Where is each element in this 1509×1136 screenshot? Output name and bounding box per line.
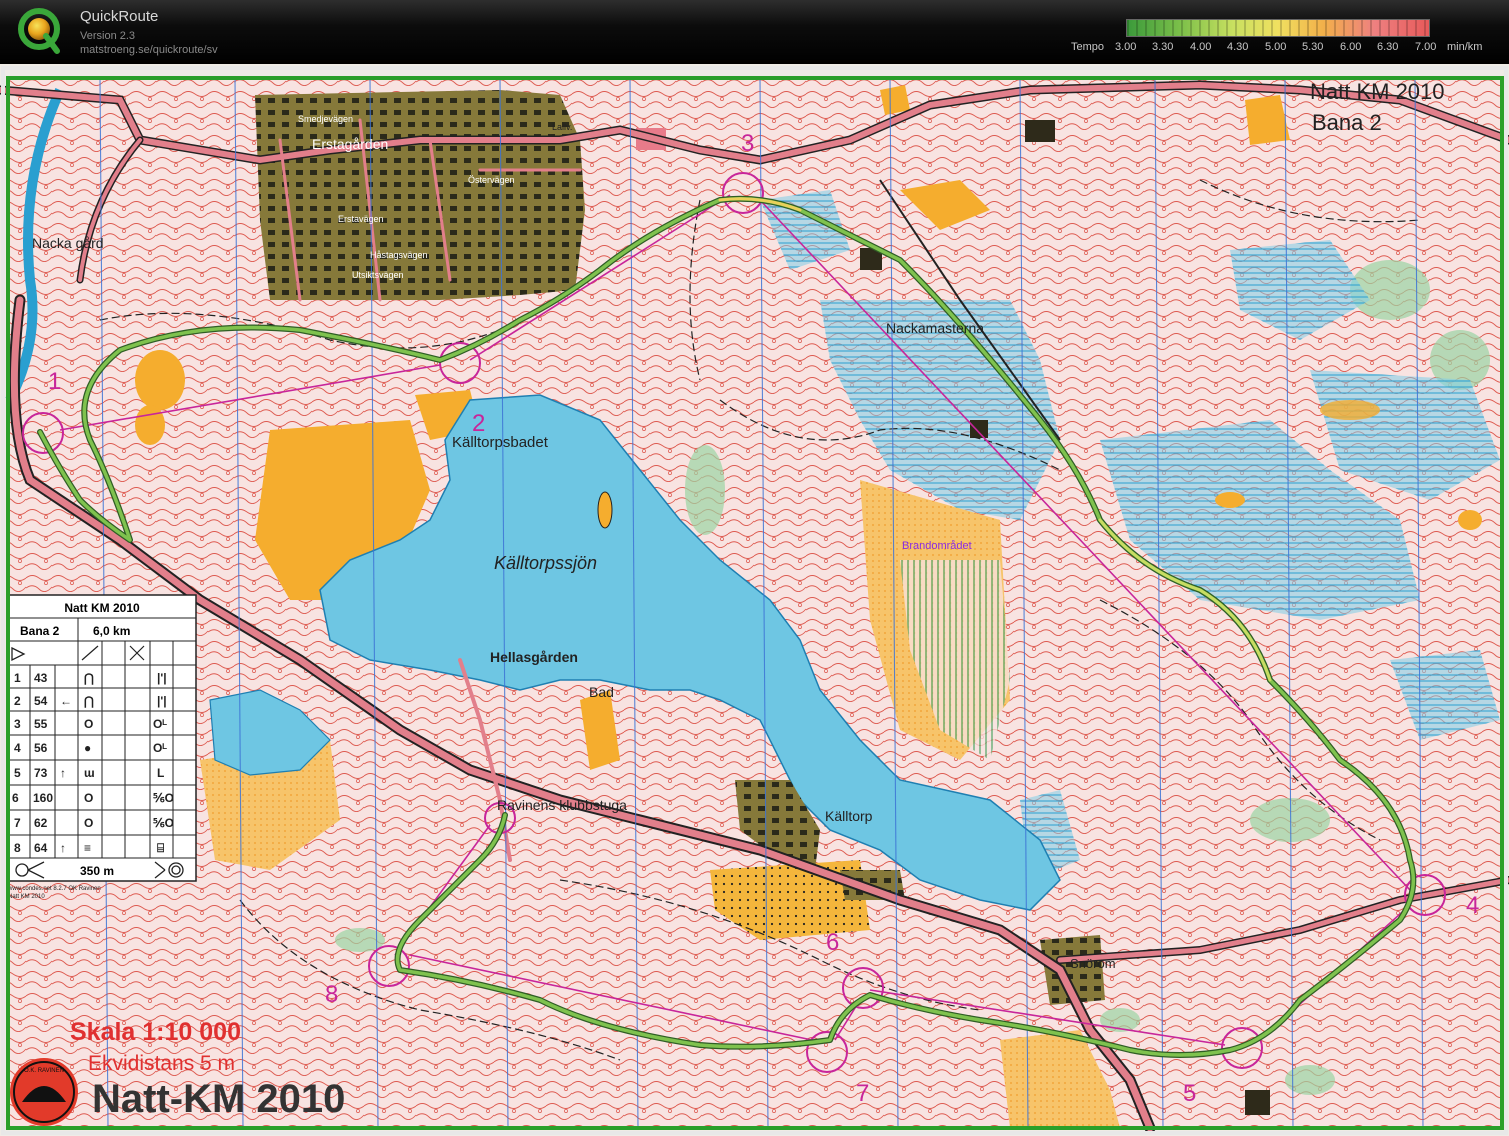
- tempo-tick: 3.00: [1115, 41, 1137, 53]
- app-title: QuickRoute: [80, 8, 159, 25]
- row-feature: ⋂: [84, 671, 94, 685]
- label-ostervagen: Östervägen: [468, 175, 515, 185]
- row-number: 2: [14, 694, 21, 708]
- row-feature: O: [84, 791, 93, 805]
- row-code: 56: [34, 741, 48, 755]
- footer-title: Natt-KM 2010: [92, 1077, 345, 1121]
- row-number: 4: [14, 741, 21, 755]
- row-arrow: ↑: [60, 766, 66, 780]
- orienteering-map[interactable]: 1 2 3 4 5 6 7 8 Källtorpsbadet Källtorps…: [0, 64, 1509, 1136]
- row-number: 3: [14, 717, 21, 731]
- row-number: 6: [12, 791, 19, 805]
- row-code: 160: [33, 791, 53, 805]
- label-erstagarden: Erstagården: [312, 136, 388, 152]
- label-kalltorp: Källtorp: [825, 808, 873, 824]
- row-arrow: ↑: [60, 841, 66, 855]
- label-hastagsvagen: Håstagsvägen: [370, 250, 428, 260]
- label-lallv: Lallv.: [552, 122, 572, 132]
- row-arrow: ←: [60, 694, 72, 708]
- row-feature: ≡: [84, 841, 91, 855]
- control-number: 7: [856, 1080, 869, 1107]
- row-feature: ɯ: [84, 766, 95, 780]
- control-number: 1: [48, 368, 61, 395]
- label-snorom: Snörom: [1070, 956, 1116, 971]
- tempo-tick: 7.00: [1415, 41, 1437, 53]
- map-course-name: Bana 2: [1312, 110, 1382, 135]
- map-viewport[interactable]: 1 2 3 4 5 6 7 8 Källtorpsbadet Källtorps…: [0, 64, 1509, 1136]
- row-number: 8: [14, 841, 21, 855]
- description-length: 6,0 km: [93, 624, 130, 638]
- row-number: 5: [14, 766, 21, 780]
- description-title: Natt KM 2010: [64, 601, 140, 615]
- label-nackamasterna: Nackamasterna: [886, 320, 984, 336]
- row-detail: L: [157, 766, 164, 780]
- row-detail: |'|: [157, 694, 167, 708]
- control-number: 2: [472, 410, 485, 437]
- row-code: 62: [34, 816, 48, 830]
- app-header: QuickRoute Version 2.3 matstroeng.se/qui…: [0, 0, 1509, 64]
- label-kalltorpsbadet: Källtorpsbadet: [452, 434, 549, 451]
- row-code: 73: [34, 766, 48, 780]
- row-detail: ⌸: [157, 841, 164, 855]
- row-detail: Oᴸ: [153, 717, 167, 731]
- control-number: 4: [1466, 892, 1479, 919]
- control-number: 5: [1183, 1080, 1196, 1107]
- finish-distance: 350 m: [80, 864, 114, 878]
- club-logo-icon: O.K. RAVINEN: [10, 1058, 78, 1126]
- label-hellasgarden: Hellasgården: [490, 649, 578, 665]
- label-bad: Bad: [589, 684, 614, 700]
- control-description-table: Natt KM 2010 Bana 2 6,0 km 1 43 ⋂ |'| 2 …: [7, 594, 197, 882]
- row-code: 55: [34, 717, 48, 731]
- control-number: 8: [325, 981, 338, 1008]
- scale-text: Skala 1:10 000: [70, 1018, 241, 1046]
- row-feature: O: [84, 816, 93, 830]
- row-number: 7: [14, 816, 21, 830]
- control-number: 6: [826, 929, 839, 956]
- row-feature: ⋂: [84, 694, 94, 708]
- tempo-color-scale: [1126, 19, 1430, 37]
- tempo-unit: min/km: [1447, 41, 1483, 53]
- tempo-label: Tempo: [1071, 41, 1105, 53]
- label-nacka-gard: Nacka gård: [32, 235, 104, 251]
- map-event-title: Natt KM 2010: [1310, 79, 1445, 104]
- club-logo-text: O.K. RAVINEN: [24, 1068, 64, 1074]
- row-number: 1: [14, 671, 21, 685]
- label-brandomradet: Brandområdet: [902, 540, 972, 552]
- tempo-tick: 4.00: [1190, 41, 1212, 53]
- credit-line: Natt KM 2010: [8, 894, 45, 900]
- control-number: 3: [741, 130, 754, 157]
- app-version: Version 2.3: [80, 30, 136, 42]
- label-utsiktsvagen: Utsiktsvägen: [352, 270, 404, 280]
- tempo-tick: 6.30: [1377, 41, 1399, 53]
- description-course: Bana 2: [20, 624, 60, 638]
- row-code: 43: [34, 671, 48, 685]
- contour-interval-text: Ekvidistans 5 m: [88, 1052, 235, 1075]
- quickroute-logo-icon: [18, 8, 60, 54]
- row-code: 64: [34, 841, 48, 855]
- row-detail: ⅚O: [153, 791, 174, 805]
- row-feature: O: [84, 717, 93, 731]
- label-ravinens-klubbstuga: Ravinens klubbstuga: [497, 797, 627, 813]
- tempo-tick: 6.00: [1340, 41, 1362, 53]
- row-detail: |'|: [157, 671, 167, 685]
- tempo-tick: 5.30: [1302, 41, 1324, 53]
- label-erstavagen: Erstavägen: [338, 214, 384, 224]
- island: [597, 491, 613, 529]
- label-kalltorpssjon: Källtorpssjön: [494, 553, 597, 573]
- tempo-tick: 4.30: [1227, 41, 1249, 53]
- tempo-tick: 3.30: [1152, 41, 1174, 53]
- row-detail: ⅚O: [153, 816, 174, 830]
- app-url: matstroeng.se/quickroute/sv: [80, 44, 218, 56]
- credit-line: www.condes.net 8.2.7 OK Ravinen: [7, 886, 101, 892]
- row-feature: ●: [84, 741, 91, 755]
- tempo-tick: 5.00: [1265, 41, 1287, 53]
- row-detail: Oᴸ: [153, 741, 167, 755]
- row-code: 54: [34, 694, 48, 708]
- label-smedjevagen: Smedjevägen: [298, 114, 353, 124]
